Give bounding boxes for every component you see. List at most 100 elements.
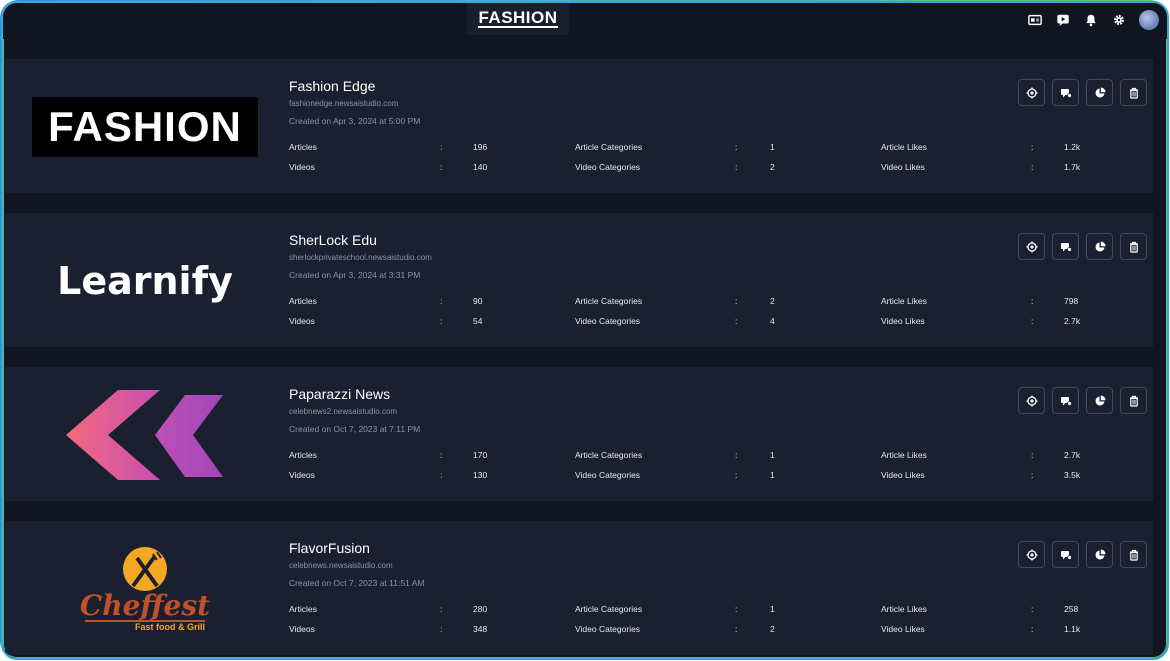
top-icons (1027, 10, 1159, 30)
article-categories-count: 1 (770, 142, 775, 152)
video-likes-count: 2.7k (1064, 316, 1081, 326)
colon: : (440, 450, 443, 460)
site-domain[interactable]: celebnews2.newsaistudio.com (289, 407, 397, 416)
app-window: FASHION FASHION Fashion Edge fashionedge… (1, 1, 1169, 660)
video-likes-label: Video Likes (881, 624, 925, 634)
articles-label: Articles (289, 296, 317, 306)
site-domain[interactable]: fashionedge.newsaistudio.com (289, 99, 398, 108)
pie-chart-icon (1095, 241, 1105, 251)
switch-site-icon[interactable] (1027, 12, 1043, 28)
video-likes-count: 1.7k (1064, 162, 1081, 172)
articles-count: 90 (473, 296, 483, 306)
chef-utensils-icon (122, 547, 167, 591)
site-list: FASHION Fashion Edge fashionedge.newsais… (5, 59, 1153, 658)
colon: : (735, 450, 738, 460)
delete-button[interactable] (1120, 387, 1147, 414)
article-categories-label: Article Categories (575, 296, 643, 306)
brand-logo[interactable]: FASHION (467, 3, 569, 35)
article-likes-label: Article Likes (881, 296, 927, 306)
trash-icon (1129, 87, 1138, 99)
chat-icon (1060, 550, 1072, 560)
site-card: Cheffest Fast food & Grill FlavorFusion … (5, 521, 1153, 655)
colon: : (735, 142, 738, 152)
videos-label: Videos (289, 162, 315, 172)
colon: : (440, 142, 443, 152)
video-categories-label: Video Categories (575, 624, 641, 634)
site-stats: Articles : 280 Article Categories : 1 Ar… (289, 604, 1089, 644)
colon: : (1031, 162, 1034, 172)
site-logo: Learnify (27, 229, 263, 333)
colon: : (440, 296, 443, 306)
settings-target-icon (1026, 87, 1037, 98)
articles-label: Articles (289, 142, 317, 152)
site-card: Paparazzi News celebnews2.newsaistudio.c… (5, 367, 1153, 501)
analytics-button[interactable] (1086, 79, 1113, 106)
colon: : (1031, 604, 1034, 614)
colon: : (1031, 450, 1034, 460)
brand-text: FASHION (478, 8, 558, 28)
articles-count: 196 (473, 142, 488, 152)
article-categories-label: Article Categories (575, 142, 643, 152)
analytics-button[interactable] (1086, 233, 1113, 260)
video-likes-label: Video Likes (881, 470, 925, 480)
videos-label: Videos (289, 316, 315, 326)
play-icon[interactable] (1055, 12, 1071, 28)
article-likes-count: 798 (1064, 296, 1079, 306)
gear-icon[interactable] (1111, 12, 1127, 28)
colon: : (440, 624, 443, 634)
article-likes-count: 1.2k (1064, 142, 1081, 152)
site-logo: Cheffest Fast food & Grill (27, 537, 263, 641)
top-bar: FASHION (3, 3, 1167, 39)
pie-chart-icon (1095, 549, 1105, 559)
video-categories-count: 4 (770, 316, 775, 326)
comments-button[interactable] (1052, 233, 1079, 260)
site-settings-button[interactable] (1018, 79, 1045, 106)
logo-text: Learnify (57, 259, 233, 303)
created-date: Created on Apr 3, 2024 at 3:31 PM (289, 270, 421, 280)
articles-count: 170 (473, 450, 488, 460)
site-domain[interactable]: celebnews.newsaistudio.com (289, 561, 393, 570)
bell-icon[interactable] (1083, 12, 1099, 28)
video-categories-label: Video Categories (575, 470, 641, 480)
avatar[interactable] (1139, 10, 1159, 30)
card-actions (1018, 387, 1147, 414)
article-likes-label: Article Likes (881, 450, 927, 460)
settings-target-icon (1026, 241, 1037, 252)
logo-text: FASHION (48, 103, 242, 150)
trash-icon (1129, 241, 1138, 253)
trash-icon (1129, 395, 1138, 407)
chat-icon (1060, 88, 1072, 98)
articles-label: Articles (289, 450, 317, 460)
site-name: Paparazzi News (289, 386, 391, 402)
delete-button[interactable] (1120, 233, 1147, 260)
comments-button[interactable] (1052, 541, 1079, 568)
site-settings-button[interactable] (1018, 387, 1045, 414)
video-likes-count: 1.1k (1064, 624, 1081, 634)
site-stats: Articles : 170 Article Categories : 1 Ar… (289, 450, 1089, 490)
site-domain[interactable]: sherlockprivateschool.newsaistudio.com (289, 253, 432, 262)
logo-text: Cheffest (79, 589, 211, 622)
colon: : (440, 162, 443, 172)
logo-subtext: Fast food & Grill (84, 620, 205, 632)
videos-count: 348 (473, 624, 488, 634)
colon: : (1031, 470, 1034, 480)
site-settings-button[interactable] (1018, 541, 1045, 568)
analytics-button[interactable] (1086, 541, 1113, 568)
videos-count: 130 (473, 470, 488, 480)
comments-button[interactable] (1052, 79, 1079, 106)
pie-chart-icon (1095, 87, 1105, 97)
site-settings-button[interactable] (1018, 233, 1045, 260)
analytics-button[interactable] (1086, 387, 1113, 414)
delete-button[interactable] (1120, 541, 1147, 568)
colon: : (735, 162, 738, 172)
created-date: Created on Oct 7, 2023 at 11:51 AM (289, 578, 425, 588)
delete-button[interactable] (1120, 79, 1147, 106)
videos-label: Videos (289, 470, 315, 480)
colon: : (1031, 316, 1034, 326)
created-date: Created on Apr 3, 2024 at 5:00 PM (289, 116, 421, 126)
comments-button[interactable] (1052, 387, 1079, 414)
trash-icon (1129, 549, 1138, 561)
colon: : (440, 470, 443, 480)
video-categories-label: Video Categories (575, 162, 641, 172)
colon: : (735, 316, 738, 326)
